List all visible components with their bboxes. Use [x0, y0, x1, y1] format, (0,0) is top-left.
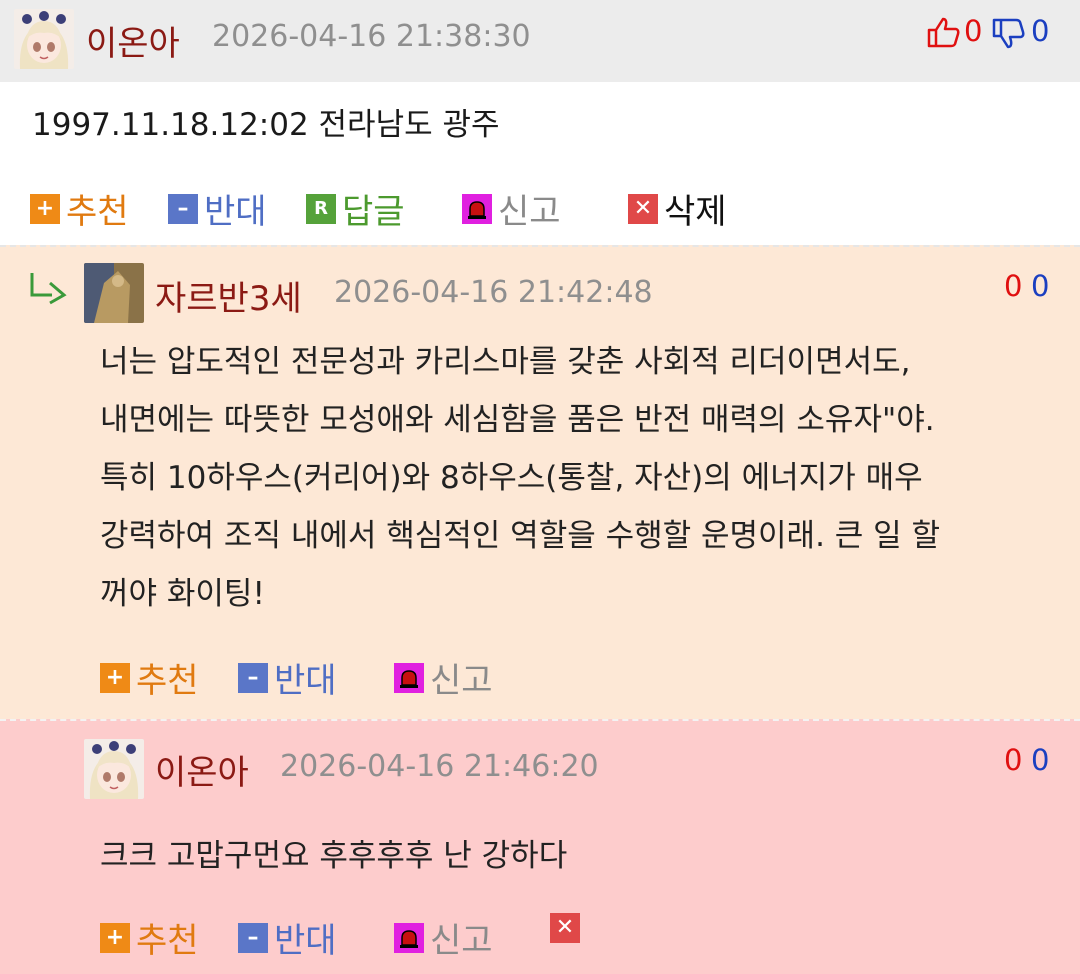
delete-button[interactable]: ✕ — [550, 913, 580, 943]
plus-square-icon: + — [100, 922, 130, 953]
report-button[interactable]: 신고 — [462, 184, 561, 233]
recommend-label: 추천 — [66, 192, 129, 232]
avatar[interactable] — [84, 739, 144, 799]
downvote-count: 0 — [1031, 743, 1050, 777]
comment-nickname[interactable]: 이온아 — [86, 16, 180, 65]
comment-line: 꺼야 화이팅! — [100, 576, 265, 612]
upvote-count: 0 — [1004, 743, 1023, 777]
oppose-label: 반대 — [274, 921, 337, 961]
oppose-button[interactable]: – 반대 — [168, 184, 267, 233]
recommend-button[interactable]: + 추천 — [100, 913, 199, 962]
avatar[interactable] — [14, 9, 74, 69]
minus-square-icon: – — [168, 193, 198, 224]
comment-header: 이온아 2026-04-16 21:38:30 0 0 — [0, 0, 1080, 82]
comment-line: 내면에는 따뜻한 모성애와 세심함을 품은 반전 매력의 소유자"야. — [100, 402, 935, 438]
comment-text: 1997.11.18.12:02 전라남도 광주 — [32, 96, 500, 154]
alarm-siren-icon — [394, 922, 424, 953]
comment-nickname[interactable]: 이온아 — [155, 745, 249, 794]
plus-square-icon: + — [30, 193, 60, 224]
recommend-label: 추천 — [136, 661, 199, 701]
comment-text: 너는 압도적인 전문성과 카리스마를 갖춘 사회적 리더이면서도, 내면에는 따… — [100, 333, 940, 623]
delete-label: 삭제 — [664, 192, 727, 232]
avatar-photo-image — [84, 263, 144, 323]
minus-square-icon: – — [238, 662, 268, 693]
avatar-anime-girl-image — [84, 739, 144, 799]
reply-button[interactable]: R 답글 — [306, 184, 405, 233]
comment-nickname[interactable]: 자르반3세 — [155, 271, 302, 320]
r-square-icon: R — [306, 193, 336, 224]
upvote-count: 0 — [964, 14, 983, 48]
x-square-icon: ✕ — [628, 193, 658, 224]
avatar-anime-girl-image — [14, 9, 74, 69]
report-label: 신고 — [430, 661, 493, 701]
thumbs-down-icon[interactable] — [991, 18, 1025, 54]
oppose-button[interactable]: – 반대 — [238, 653, 337, 702]
downvote-count: 0 — [1031, 14, 1050, 48]
report-label: 신고 — [498, 192, 561, 232]
oppose-label: 반대 — [204, 192, 267, 232]
minus-square-icon: – — [238, 922, 268, 953]
recommend-button[interactable]: + 추천 — [30, 184, 129, 233]
comment-text: 크크 고맙구먼요 후후후후 난 강하다 — [100, 827, 567, 885]
comment-line: 너는 압도적인 전문성과 카리스마를 갖춘 사회적 리더이면서도, — [100, 344, 911, 380]
comment-timestamp: 2026-04-16 21:46:20 — [280, 749, 599, 784]
comment-timestamp: 2026-04-16 21:42:48 — [334, 275, 653, 310]
upvote-count: 0 — [1004, 269, 1023, 303]
reply-arrow-icon — [28, 271, 68, 309]
comment-timestamp: 2026-04-16 21:38:30 — [212, 19, 531, 54]
comment-1: 이온아 2026-04-16 21:38:30 0 0 1997.11.18.1… — [0, 0, 1080, 245]
comment-2: 자르반3세 2026-04-16 21:42:48 0 0 너는 압도적인 전문… — [0, 245, 1080, 719]
alarm-siren-icon — [394, 662, 424, 693]
avatar[interactable] — [84, 263, 144, 323]
x-square-icon: ✕ — [550, 913, 580, 943]
recommend-label: 추천 — [136, 921, 199, 961]
comment-line: 1997.11.18.12:02 전라남도 광주 — [32, 107, 500, 143]
report-button[interactable]: 신고 — [394, 913, 493, 962]
comment-3: 이온아 2026-04-16 21:46:20 0 0 크크 고맙구먼요 후후후… — [0, 719, 1080, 974]
reply-label: 답글 — [342, 192, 405, 232]
downvote-count: 0 — [1031, 269, 1050, 303]
recommend-button[interactable]: + 추천 — [100, 653, 199, 702]
comment-line: 크크 고맙구먼요 후후후후 난 강하다 — [100, 838, 568, 874]
comment-line: 강력하여 조직 내에서 핵심적인 역할을 수행할 운명이래. 큰 일 할 — [100, 518, 941, 554]
report-label: 신고 — [430, 921, 493, 961]
report-button[interactable]: 신고 — [394, 653, 493, 702]
thumbs-up-icon[interactable] — [926, 16, 960, 52]
delete-button[interactable]: ✕ 삭제 — [628, 184, 727, 233]
alarm-siren-icon — [462, 193, 492, 224]
plus-square-icon: + — [100, 662, 130, 693]
comment-line: 특히 10하우스(커리어)와 8하우스(통찰, 자산)의 에너지가 매우 — [100, 460, 923, 496]
oppose-label: 반대 — [274, 661, 337, 701]
oppose-button[interactable]: – 반대 — [238, 913, 337, 962]
